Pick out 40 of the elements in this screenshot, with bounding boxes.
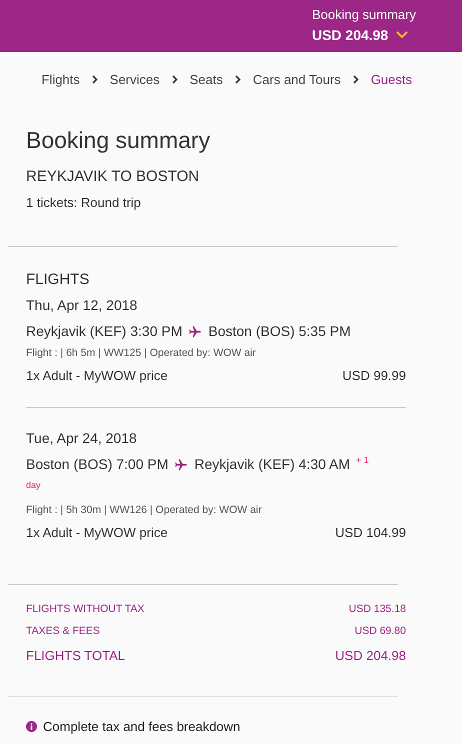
origin-text: Reykjavik (KEF) 3:30 PM	[26, 322, 182, 341]
flight-date: Thu, Apr 12, 2018	[26, 296, 138, 315]
flight-details: Flight : | 5h 30m | WW126 | Operated by: WOW air	[26, 502, 263, 518]
fare-price: USD 104.99	[335, 524, 406, 542]
chevron-right-icon	[172, 75, 178, 84]
flights-heading: FLIGHTS	[26, 270, 90, 290]
breadcrumb-link[interactable]: Seats	[190, 70, 223, 90]
tickets-text: 1 tickets: Round trip	[26, 194, 142, 212]
airplane-icon	[188, 324, 202, 338]
breakdown-link[interactable]: Complete tax and fees breakdown	[43, 717, 240, 736]
breadcrumb-link[interactable]: Cars and Tours	[252, 70, 341, 90]
flight-details: Flight : | 6h 5m | WW125 | Operated by: WOW air	[26, 346, 257, 361]
total-label: TAXES & FEES	[26, 624, 100, 639]
info-icon	[26, 721, 37, 732]
summary-label: Booking summary	[312, 6, 416, 24]
total-label: FLIGHTS WITHOUT TAX	[26, 602, 144, 617]
breadcrumb-link[interactable]: Guests	[370, 70, 412, 90]
fare-text: 1x Adult - MyWOW price	[26, 524, 168, 542]
chevron-right-icon	[234, 75, 241, 84]
chevron-right-icon	[92, 75, 98, 84]
breadcrumb-link[interactable]: Flights	[41, 70, 80, 90]
fare-price: USD 99.99	[342, 366, 406, 385]
page-title: Booking summary	[26, 126, 212, 155]
total-value: USD 69.80	[354, 624, 406, 639]
fare-text: 1x Adult - MyWOW price	[26, 366, 168, 385]
destination-text: Boston (BOS) 5:35 PM	[208, 322, 351, 341]
flight-date: Tue, Apr 24, 2018	[26, 429, 138, 448]
chevron-down-icon	[396, 30, 408, 38]
origin-text: Boston (BOS) 7:00 PM	[26, 455, 168, 474]
day-offset-unit: day	[26, 479, 42, 492]
total-label: FLIGHTS TOTAL	[26, 646, 125, 664]
destination-text: Reykjavik (KEF) 4:30 AM	[194, 455, 350, 474]
day-offset: + 1	[356, 454, 369, 468]
summary-total-button[interactable]: USD 204.98	[312, 24, 416, 44]
airplane-icon	[174, 458, 188, 472]
total-value: USD 204.98	[335, 646, 406, 664]
chevron-right-icon	[352, 75, 359, 84]
route-title: REYKJAVIK TO BOSTON	[26, 166, 200, 186]
total-value: USD 135.18	[348, 602, 406, 617]
breadcrumb-link[interactable]: Services	[110, 70, 160, 90]
